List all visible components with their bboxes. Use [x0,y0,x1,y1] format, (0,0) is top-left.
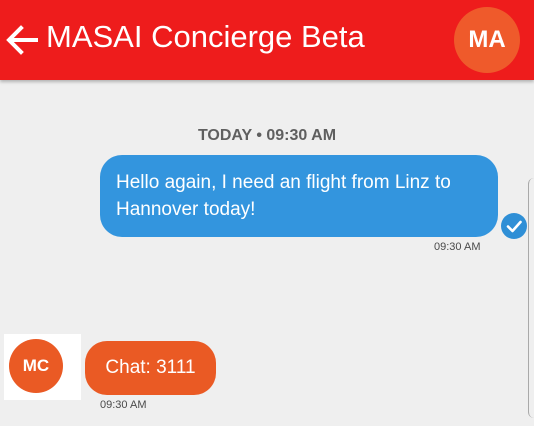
scrollbar[interactable] [528,178,534,418]
app-title: MASAI Concierge Beta [46,19,365,54]
date-separator: TODAY • 09:30 AM [197,127,337,144]
message-timestamp: 09:30 AM [434,241,481,253]
check-circle-icon [501,213,527,239]
message-timestamp: 09:30 AM [100,399,147,411]
outgoing-message-bubble[interactable]: Hello again, I need an flight from Linz … [100,155,498,237]
arrow-left-icon [6,25,38,55]
back-button[interactable] [4,24,40,56]
incoming-message-bubble[interactable]: Chat: 3111 [85,341,216,395]
user-avatar[interactable]: MA [454,7,520,73]
app-header: MASAI Concierge Beta MA [0,0,534,80]
agent-avatar: MC [9,339,63,393]
